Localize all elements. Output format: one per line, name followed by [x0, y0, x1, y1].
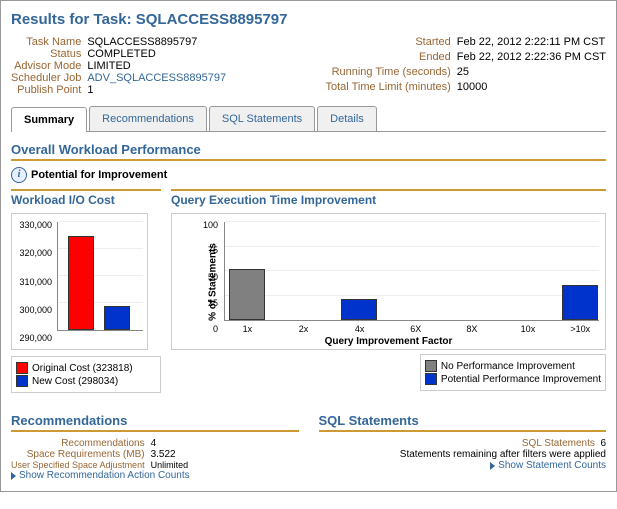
ytick: 300,000	[19, 305, 52, 315]
legend-query: No Performance Improvement Potential Per…	[420, 354, 606, 391]
legend-no-improvement: No Performance Improvement	[441, 361, 575, 372]
recommendations-section: Recommendations Recommendations4 Space R…	[11, 403, 299, 481]
workload-io-cost-panel: Workload I/O Cost 290,000 300,000 310,00…	[11, 189, 161, 393]
legend-workload: Original Cost (323818) New Cost (298034)	[11, 356, 161, 393]
label-running-time: Running Time (seconds)	[325, 66, 456, 81]
label-recs: Recommendations	[11, 438, 151, 449]
show-rec-counts-link[interactable]: Show Recommendation Action Counts	[11, 470, 299, 481]
value-time-limit: 10000	[457, 81, 606, 96]
workload-io-cost-title: Workload I/O Cost	[11, 191, 161, 213]
ytick: 100	[203, 220, 218, 230]
label-ended: Ended	[325, 51, 456, 66]
label-task-name: Task Name	[11, 36, 87, 48]
tab-sql-statements[interactable]: SQL Statements	[209, 106, 315, 131]
ytick: 310,000	[19, 277, 52, 287]
label-scheduler-job: Scheduler Job	[11, 72, 87, 84]
xtick: 10x	[521, 324, 536, 334]
ytick: 0	[213, 324, 218, 334]
value-recs: 4	[151, 438, 189, 449]
tab-recommendations[interactable]: Recommendations	[89, 106, 207, 131]
value-started: Feb 22, 2012 2:22:11 PM CST	[457, 36, 606, 51]
label-time-limit: Total Time Limit (minutes)	[325, 81, 456, 96]
tabs: Summary Recommendations SQL Statements D…	[11, 106, 606, 132]
xlabel: Query Improvement Factor	[172, 336, 605, 347]
bar-original-cost	[68, 236, 94, 330]
label-adj: User Specified Space Adjustment	[11, 460, 151, 470]
xtick: 8X	[466, 324, 477, 334]
label-advisor-mode: Advisor Mode	[11, 60, 87, 72]
value-running-time: 25	[457, 66, 606, 81]
value-space: 3.522	[151, 449, 189, 460]
ytick: 50	[208, 272, 218, 282]
label-publish-point: Publish Point	[11, 84, 87, 96]
ytick: 25	[208, 298, 218, 308]
value-advisor-mode: LIMITED	[87, 60, 226, 72]
swatch-gray	[425, 360, 437, 372]
recommendations-head: Recommendations	[11, 413, 299, 432]
swatch-blue	[425, 373, 437, 385]
xtick: >10x	[570, 324, 590, 334]
ytick: 290,000	[19, 333, 52, 343]
meta-left: Task NameSQLACCESS8895797 StatusCOMPLETE…	[11, 36, 226, 96]
bar-1x	[229, 269, 265, 320]
ytick: 320,000	[19, 248, 52, 258]
xtick: 4x	[355, 324, 365, 334]
sql-statements-head: SQL Statements	[319, 413, 607, 432]
swatch-red	[16, 362, 28, 374]
value-status: COMPLETED	[87, 48, 226, 60]
value-publish-point: 1	[87, 84, 226, 96]
bar-gt10x	[562, 285, 598, 320]
sql-statements-section: SQL Statements SQL Statements 6 Statemen…	[319, 403, 607, 481]
label-started: Started	[325, 36, 456, 51]
meta-right: StartedFeb 22, 2012 2:22:11 PM CST Ended…	[325, 36, 606, 96]
ytick: 330,000	[19, 220, 52, 230]
bar-new-cost	[104, 306, 130, 330]
value-task-name: SQLACCESS8895797	[87, 36, 226, 48]
xtick: 2x	[299, 324, 309, 334]
remaining-text: Statements remaining after filters were …	[319, 449, 607, 460]
xtick: 1x	[243, 324, 253, 334]
label-space: Space Requirements (MB)	[11, 449, 151, 460]
label-status: Status	[11, 48, 87, 60]
expand-icon	[490, 462, 495, 470]
value-scheduler-job[interactable]: ADV_SQLACCESS8895797	[87, 72, 226, 84]
info-icon: i	[11, 167, 27, 183]
value-adj: Unlimited	[151, 460, 189, 470]
page-title: Results for Task: SQLACCESS8895797	[11, 11, 606, 28]
tab-details[interactable]: Details	[317, 106, 377, 131]
value-ended: Feb 22, 2012 2:22:36 PM CST	[457, 51, 606, 66]
overall-workload-head: Overall Workload Performance	[11, 142, 606, 161]
swatch-blue	[16, 375, 28, 387]
legend-potential: Potential Performance Improvement	[441, 374, 601, 385]
legend-new: New Cost (298034)	[32, 376, 118, 387]
query-improvement-chart: % of Statements 0 25 50 75 100 1x	[171, 213, 606, 350]
expand-icon	[11, 472, 16, 480]
ytick: 75	[208, 245, 218, 255]
show-stmt-counts-link[interactable]: Show Statement Counts	[319, 460, 607, 471]
xtick: 6X	[410, 324, 421, 334]
query-improvement-panel: Query Execution Time Improvement % of St…	[171, 189, 606, 393]
tab-summary[interactable]: Summary	[11, 107, 87, 132]
label-sql: SQL Statements	[522, 438, 595, 449]
legend-original: Original Cost (323818)	[32, 363, 133, 374]
bar-4x	[341, 299, 377, 320]
potential-head: Potential for Improvement	[31, 169, 167, 181]
value-sql: 6	[600, 438, 606, 449]
query-improvement-title: Query Execution Time Improvement	[171, 191, 606, 213]
workload-io-cost-chart: 290,000 300,000 310,000 320,000 330,000	[11, 213, 148, 350]
